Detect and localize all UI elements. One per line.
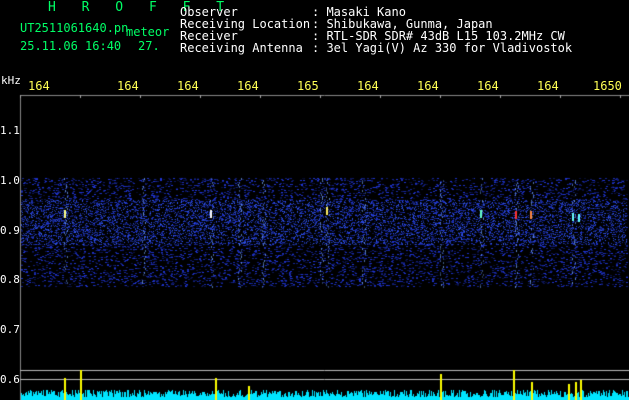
freq-tick: 164 — [357, 79, 379, 93]
y-tick: 0.8 — [0, 273, 20, 286]
freq-tick: 164 — [417, 79, 439, 93]
antenna-label: Receiving Antenna — [180, 41, 303, 55]
info-labels: Observer Receiving Location Receiver Receiv… — [180, 6, 310, 54]
y-tick: 0.7 — [0, 323, 20, 336]
file-name: UT2511061640.pn — [20, 21, 129, 35]
freq-tick: 164 — [177, 79, 199, 93]
meteor-count: 27. — [138, 39, 160, 53]
freq-tick: 164 — [537, 79, 559, 93]
freq-tick: 165 — [297, 79, 319, 93]
y-tick: 1.1 — [0, 124, 20, 137]
antenna-value: : 3el Yagi(V) Az 330 for Vladivostok — [312, 41, 573, 55]
date-time: 25.11.06 16:40 — [20, 39, 122, 53]
mode-label: meteor — [126, 25, 170, 39]
freq-tick: 1650 — [593, 79, 622, 93]
y-tick: 0.6 — [0, 373, 20, 386]
freq-tick: 164 — [477, 79, 499, 93]
freq-tick: 164 — [237, 79, 259, 93]
y-tick: 0.9 — [0, 224, 20, 237]
freq-tick: 164 — [117, 79, 139, 93]
freq-unit-label: kHz — [1, 74, 21, 87]
info-values: : Masaki Kano: Shibukawa, Gunma, Japan: … — [312, 6, 572, 54]
spectrogram-canvas — [0, 0, 629, 400]
freq-tick: 164 — [28, 79, 50, 93]
y-tick: 1.0 — [0, 174, 20, 187]
